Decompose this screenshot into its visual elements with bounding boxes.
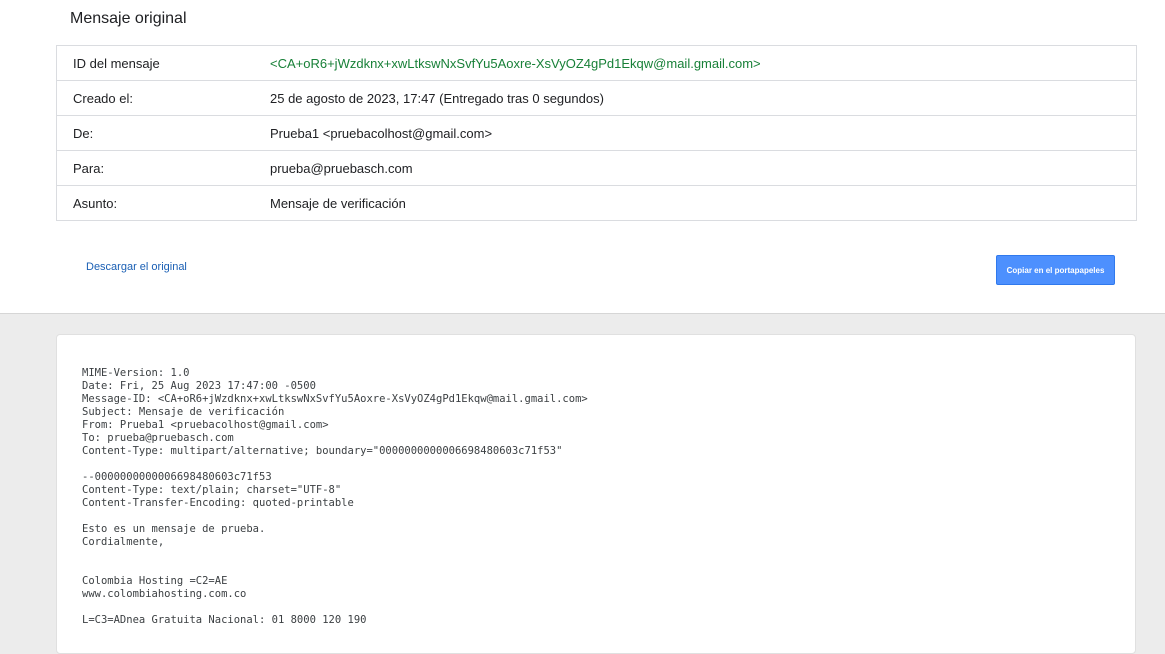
copy-to-clipboard-button[interactable]: Copiar en el portapapeles [996, 255, 1115, 285]
raw-message-text: MIME-Version: 1.0 Date: Fri, 25 Aug 2023… [82, 367, 588, 626]
meta-label: Creado el: [73, 90, 133, 106]
meta-row-created: Creado el: 25 de agosto de 2023, 17:47 (… [57, 80, 1136, 115]
message-header-section: Mensaje original ID del mensaje <CA+oR6+… [0, 0, 1165, 314]
page-title: Mensaje original [70, 10, 187, 27]
created-value: 25 de agosto de 2023, 17:47 (Entregado t… [270, 90, 604, 106]
subject-value: Mensaje de verificación [270, 195, 406, 211]
from-value: Prueba1 <pruebacolhost@gmail.com> [270, 125, 493, 141]
meta-label: ID del mensaje [73, 55, 160, 71]
meta-row-to: Para: prueba@pruebasch.com [57, 150, 1136, 185]
message-id-value: <CA+oR6+jWzdknx+xwLtkswNxSvfYu5Aoxre-XsV… [270, 55, 761, 71]
meta-row-subject: Asunto: Mensaje de verificación [57, 185, 1136, 220]
meta-label: Asunto: [73, 195, 118, 211]
meta-row-message-id: ID del mensaje <CA+oR6+jWzdknx+xwLtkswNx… [57, 46, 1136, 80]
meta-label: De: [73, 125, 94, 141]
to-value: prueba@pruebasch.com [270, 160, 413, 176]
download-original-link[interactable]: Descargar el original [86, 261, 187, 273]
meta-row-from: De: Prueba1 <pruebacolhost@gmail.com> [57, 115, 1136, 150]
message-meta-table: ID del mensaje <CA+oR6+jWzdknx+xwLtkswNx… [56, 45, 1137, 221]
raw-message-card: MIME-Version: 1.0 Date: Fri, 25 Aug 2023… [56, 334, 1136, 654]
meta-label: Para: [73, 160, 105, 176]
